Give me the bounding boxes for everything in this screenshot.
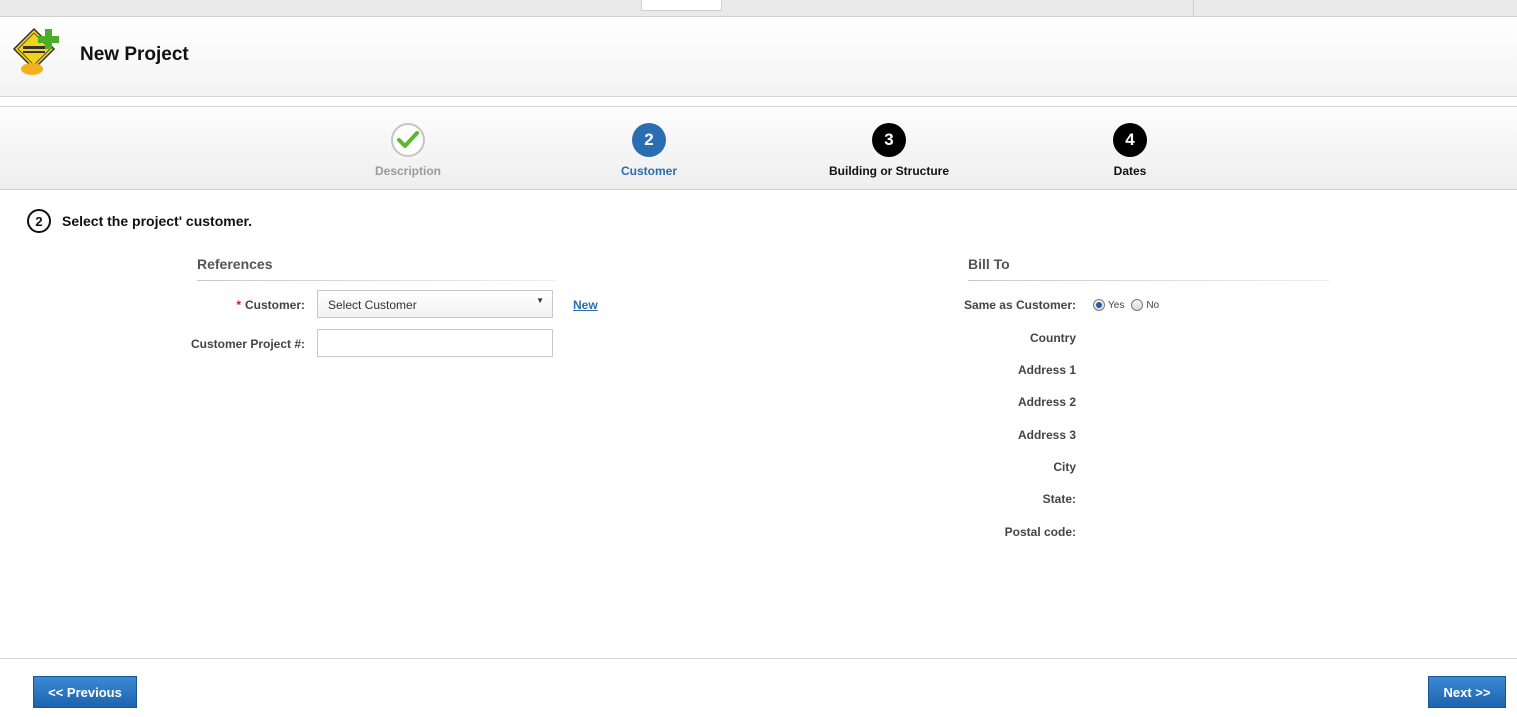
customer-label-text: Customer: bbox=[244, 298, 305, 312]
city-label: City bbox=[1053, 460, 1076, 474]
new-customer-link[interactable]: New bbox=[573, 298, 598, 312]
step-label: Dates bbox=[1113, 164, 1147, 178]
same-as-customer-label: Same as Customer: bbox=[963, 298, 1076, 312]
section-number: 2 bbox=[27, 209, 51, 233]
dropdown-arrow-icon: ▼ bbox=[536, 296, 544, 305]
radio-no-button[interactable] bbox=[1131, 299, 1144, 311]
references-title: References bbox=[197, 256, 273, 272]
bill-to-title: Bill To bbox=[968, 256, 1010, 272]
customer-select-value: Select Customer bbox=[328, 298, 417, 312]
step-label: Building or Structure bbox=[829, 164, 949, 178]
required-mark: * bbox=[236, 298, 241, 312]
previous-button[interactable]: << Previous bbox=[33, 676, 137, 708]
page-title: New Project bbox=[80, 44, 189, 65]
radio-yes-button[interactable] bbox=[1093, 299, 1105, 311]
country-label: Country bbox=[1030, 331, 1076, 345]
top-tab-strip bbox=[0, 0, 1517, 17]
step-description[interactable]: Description bbox=[328, 123, 488, 178]
radio-selected-dot bbox=[1096, 302, 1102, 308]
step-label: Customer bbox=[620, 164, 677, 178]
step-number: 2 bbox=[632, 123, 666, 157]
radio-no-label: No bbox=[1146, 299, 1160, 311]
step-customer[interactable]: 2 Customer bbox=[569, 123, 729, 178]
active-top-tab[interactable] bbox=[641, 0, 722, 11]
page-header: New Project bbox=[0, 17, 1517, 97]
section-heading-text: Select the project' customer. bbox=[62, 213, 253, 229]
customer-select[interactable]: Select Customer ▼ bbox=[317, 290, 553, 318]
step-label: Description bbox=[374, 164, 441, 178]
customer-project-input[interactable] bbox=[317, 329, 553, 357]
section-heading: 2 Select the project' customer. bbox=[27, 209, 252, 233]
step-number: 3 bbox=[872, 123, 906, 157]
step-dates[interactable]: 4 Dates bbox=[1050, 123, 1210, 178]
step-number: 4 bbox=[1113, 123, 1147, 157]
footer-divider bbox=[0, 658, 1517, 659]
address2-label: Address 2 bbox=[1017, 395, 1076, 409]
address1-label: Address 1 bbox=[1017, 363, 1076, 377]
customer-project-label: Customer Project #: bbox=[190, 337, 305, 351]
radio-no[interactable]: No bbox=[1131, 299, 1159, 311]
state-label: State: bbox=[1042, 492, 1076, 506]
step-building[interactable]: 3 Building or Structure bbox=[809, 123, 969, 178]
references-divider bbox=[197, 280, 555, 281]
radio-yes-label: Yes bbox=[1108, 299, 1125, 311]
under-construction-icon bbox=[12, 27, 59, 75]
radio-yes[interactable]: Yes bbox=[1093, 299, 1124, 311]
address3-label: Address 3 bbox=[1017, 428, 1076, 442]
checkmark-icon bbox=[391, 123, 425, 157]
wizard-steps: Description 2 Customer 3 Building or Str… bbox=[0, 106, 1517, 190]
postal-code-label: Postal code: bbox=[1004, 525, 1076, 539]
top-strip-divider bbox=[1193, 0, 1194, 16]
same-as-customer-radio-group: Yes No bbox=[1093, 299, 1166, 311]
next-button[interactable]: Next >> bbox=[1428, 676, 1506, 708]
customer-label: * Customer: bbox=[150, 298, 305, 312]
bill-to-divider bbox=[968, 280, 1330, 281]
